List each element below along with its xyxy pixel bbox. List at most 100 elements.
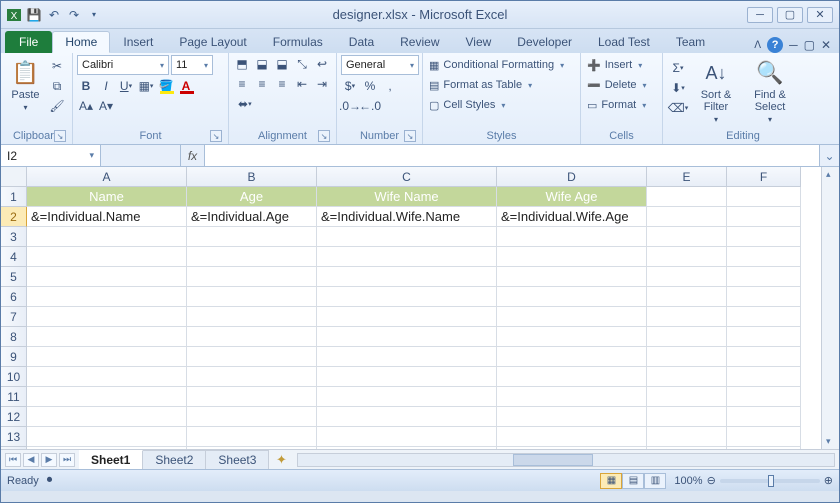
row-header-6[interactable]: 6 xyxy=(1,287,27,307)
tab-formulas[interactable]: Formulas xyxy=(260,31,336,53)
cell-B12[interactable] xyxy=(187,407,317,427)
zoom-value[interactable]: 100% xyxy=(674,475,702,487)
format-painter-icon[interactable]: 🖌 xyxy=(48,97,66,115)
cell-A11[interactable] xyxy=(27,387,187,407)
row-header-11[interactable]: 11 xyxy=(1,387,27,407)
cell-D10[interactable] xyxy=(497,367,647,387)
cell-E3[interactable] xyxy=(647,227,727,247)
cell-B9[interactable] xyxy=(187,347,317,367)
minimize-button[interactable]: ─ xyxy=(747,7,773,23)
cell-D3[interactable] xyxy=(497,227,647,247)
save-icon[interactable]: 💾 xyxy=(25,6,43,24)
cell-C8[interactable] xyxy=(317,327,497,347)
cell-D1[interactable]: Wife Age xyxy=(497,187,647,207)
cell-C6[interactable] xyxy=(317,287,497,307)
cell-B1[interactable]: Age xyxy=(187,187,317,207)
cell-E7[interactable] xyxy=(647,307,727,327)
increase-indent-icon[interactable]: ⇥ xyxy=(313,75,331,93)
decrease-font-icon[interactable]: A▾ xyxy=(97,97,115,115)
row-header-5[interactable]: 5 xyxy=(1,267,27,287)
align-bottom-icon[interactable]: ⬓ xyxy=(273,55,291,73)
cell-D6[interactable] xyxy=(497,287,647,307)
sheet-nav-first[interactable]: ⏮ xyxy=(5,453,21,467)
cell-D11[interactable] xyxy=(497,387,647,407)
cell-A12[interactable] xyxy=(27,407,187,427)
help-icon[interactable]: ? xyxy=(767,37,783,53)
cell-F7[interactable] xyxy=(727,307,801,327)
doc-restore-icon[interactable]: ▢ xyxy=(804,38,815,52)
tab-page-layout[interactable]: Page Layout xyxy=(166,31,259,53)
cell-B3[interactable] xyxy=(187,227,317,247)
autosum-icon[interactable]: Σ▾ xyxy=(669,59,687,77)
font-size-combo[interactable]: 11▾ xyxy=(171,55,213,75)
cell-C7[interactable] xyxy=(317,307,497,327)
cell-A1[interactable]: Name xyxy=(27,187,187,207)
doc-close-icon[interactable]: ✕ xyxy=(821,38,831,52)
cell-F6[interactable] xyxy=(727,287,801,307)
tab-home[interactable]: Home xyxy=(52,31,110,53)
row-header-9[interactable]: 9 xyxy=(1,347,27,367)
zoom-thumb[interactable] xyxy=(768,475,774,487)
cell-D2[interactable]: &=Individual.Wife.Age xyxy=(497,207,647,227)
cell-E1[interactable] xyxy=(647,187,727,207)
row-header-1[interactable]: 1 xyxy=(1,187,27,207)
cell-A13[interactable] xyxy=(27,427,187,447)
macro-record-icon[interactable]: ⏺ xyxy=(47,474,53,487)
copy-icon[interactable]: ⧉ xyxy=(48,77,66,95)
cell-C13[interactable] xyxy=(317,427,497,447)
sheet-nav-prev[interactable]: ◀ xyxy=(23,453,39,467)
cell-E10[interactable] xyxy=(647,367,727,387)
column-header-D[interactable]: D xyxy=(497,167,647,187)
column-header-F[interactable]: F xyxy=(727,167,801,187)
zoom-in-button[interactable]: ⊕ xyxy=(824,474,833,487)
cell-A8[interactable] xyxy=(27,327,187,347)
increase-decimal-icon[interactable]: .0→ xyxy=(341,97,359,115)
cell-C9[interactable] xyxy=(317,347,497,367)
underline-button[interactable]: U▾ xyxy=(117,77,135,95)
row-header-10[interactable]: 10 xyxy=(1,367,27,387)
percent-icon[interactable]: % xyxy=(361,77,379,95)
decrease-decimal-icon[interactable]: ←.0 xyxy=(361,97,379,115)
cell-E11[interactable] xyxy=(647,387,727,407)
find-select-button[interactable]: 🔍 Find & Select▾ xyxy=(743,55,797,128)
close-button[interactable]: ✕ xyxy=(807,7,833,23)
row-header-3[interactable]: 3 xyxy=(1,227,27,247)
row-header-14[interactable]: 14 xyxy=(1,447,27,449)
cell-A2[interactable]: &=Individual.Name xyxy=(27,207,187,227)
cell-B13[interactable] xyxy=(187,427,317,447)
cell-D14[interactable] xyxy=(497,447,647,449)
tab-insert[interactable]: Insert xyxy=(110,31,166,53)
cell-E13[interactable] xyxy=(647,427,727,447)
wrap-text-icon[interactable]: ↩ xyxy=(313,55,331,73)
tab-data[interactable]: Data xyxy=(336,31,387,53)
delete-cells-button[interactable]: ➖Delete▾ xyxy=(585,75,649,95)
clipboard-launcher[interactable]: ↘ xyxy=(54,130,66,142)
cell-E8[interactable] xyxy=(647,327,727,347)
tab-view[interactable]: View xyxy=(453,31,505,53)
cell-E14[interactable] xyxy=(647,447,727,449)
border-button[interactable]: ▦▾ xyxy=(137,77,155,95)
cell-A10[interactable] xyxy=(27,367,187,387)
cell-D5[interactable] xyxy=(497,267,647,287)
font-color-button[interactable]: A xyxy=(177,77,195,95)
column-header-A[interactable]: A xyxy=(27,167,187,187)
tab-review[interactable]: Review xyxy=(387,31,452,53)
cell-styles-button[interactable]: ▢Cell Styles▾ xyxy=(427,95,507,115)
zoom-out-button[interactable]: ⊖ xyxy=(707,474,716,487)
cell-F2[interactable] xyxy=(727,207,801,227)
cell-A4[interactable] xyxy=(27,247,187,267)
increase-font-icon[interactable]: A▴ xyxy=(77,97,95,115)
tab-developer[interactable]: Developer xyxy=(504,31,585,53)
cell-A5[interactable] xyxy=(27,267,187,287)
cell-F3[interactable] xyxy=(727,227,801,247)
number-format-combo[interactable]: General▾ xyxy=(341,55,419,75)
page-layout-view-button[interactable]: ▤ xyxy=(622,473,644,489)
maximize-button[interactable]: ▢ xyxy=(777,7,803,23)
zoom-slider[interactable] xyxy=(720,479,820,483)
italic-button[interactable]: I xyxy=(97,77,115,95)
tab-team[interactable]: Team xyxy=(663,31,718,53)
sheet-tab-sheet2[interactable]: Sheet2 xyxy=(143,450,206,469)
horizontal-scrollbar[interactable] xyxy=(297,453,835,467)
sort-filter-button[interactable]: A↓ Sort & Filter▾ xyxy=(689,55,743,128)
number-launcher[interactable]: ↘ xyxy=(404,130,416,142)
